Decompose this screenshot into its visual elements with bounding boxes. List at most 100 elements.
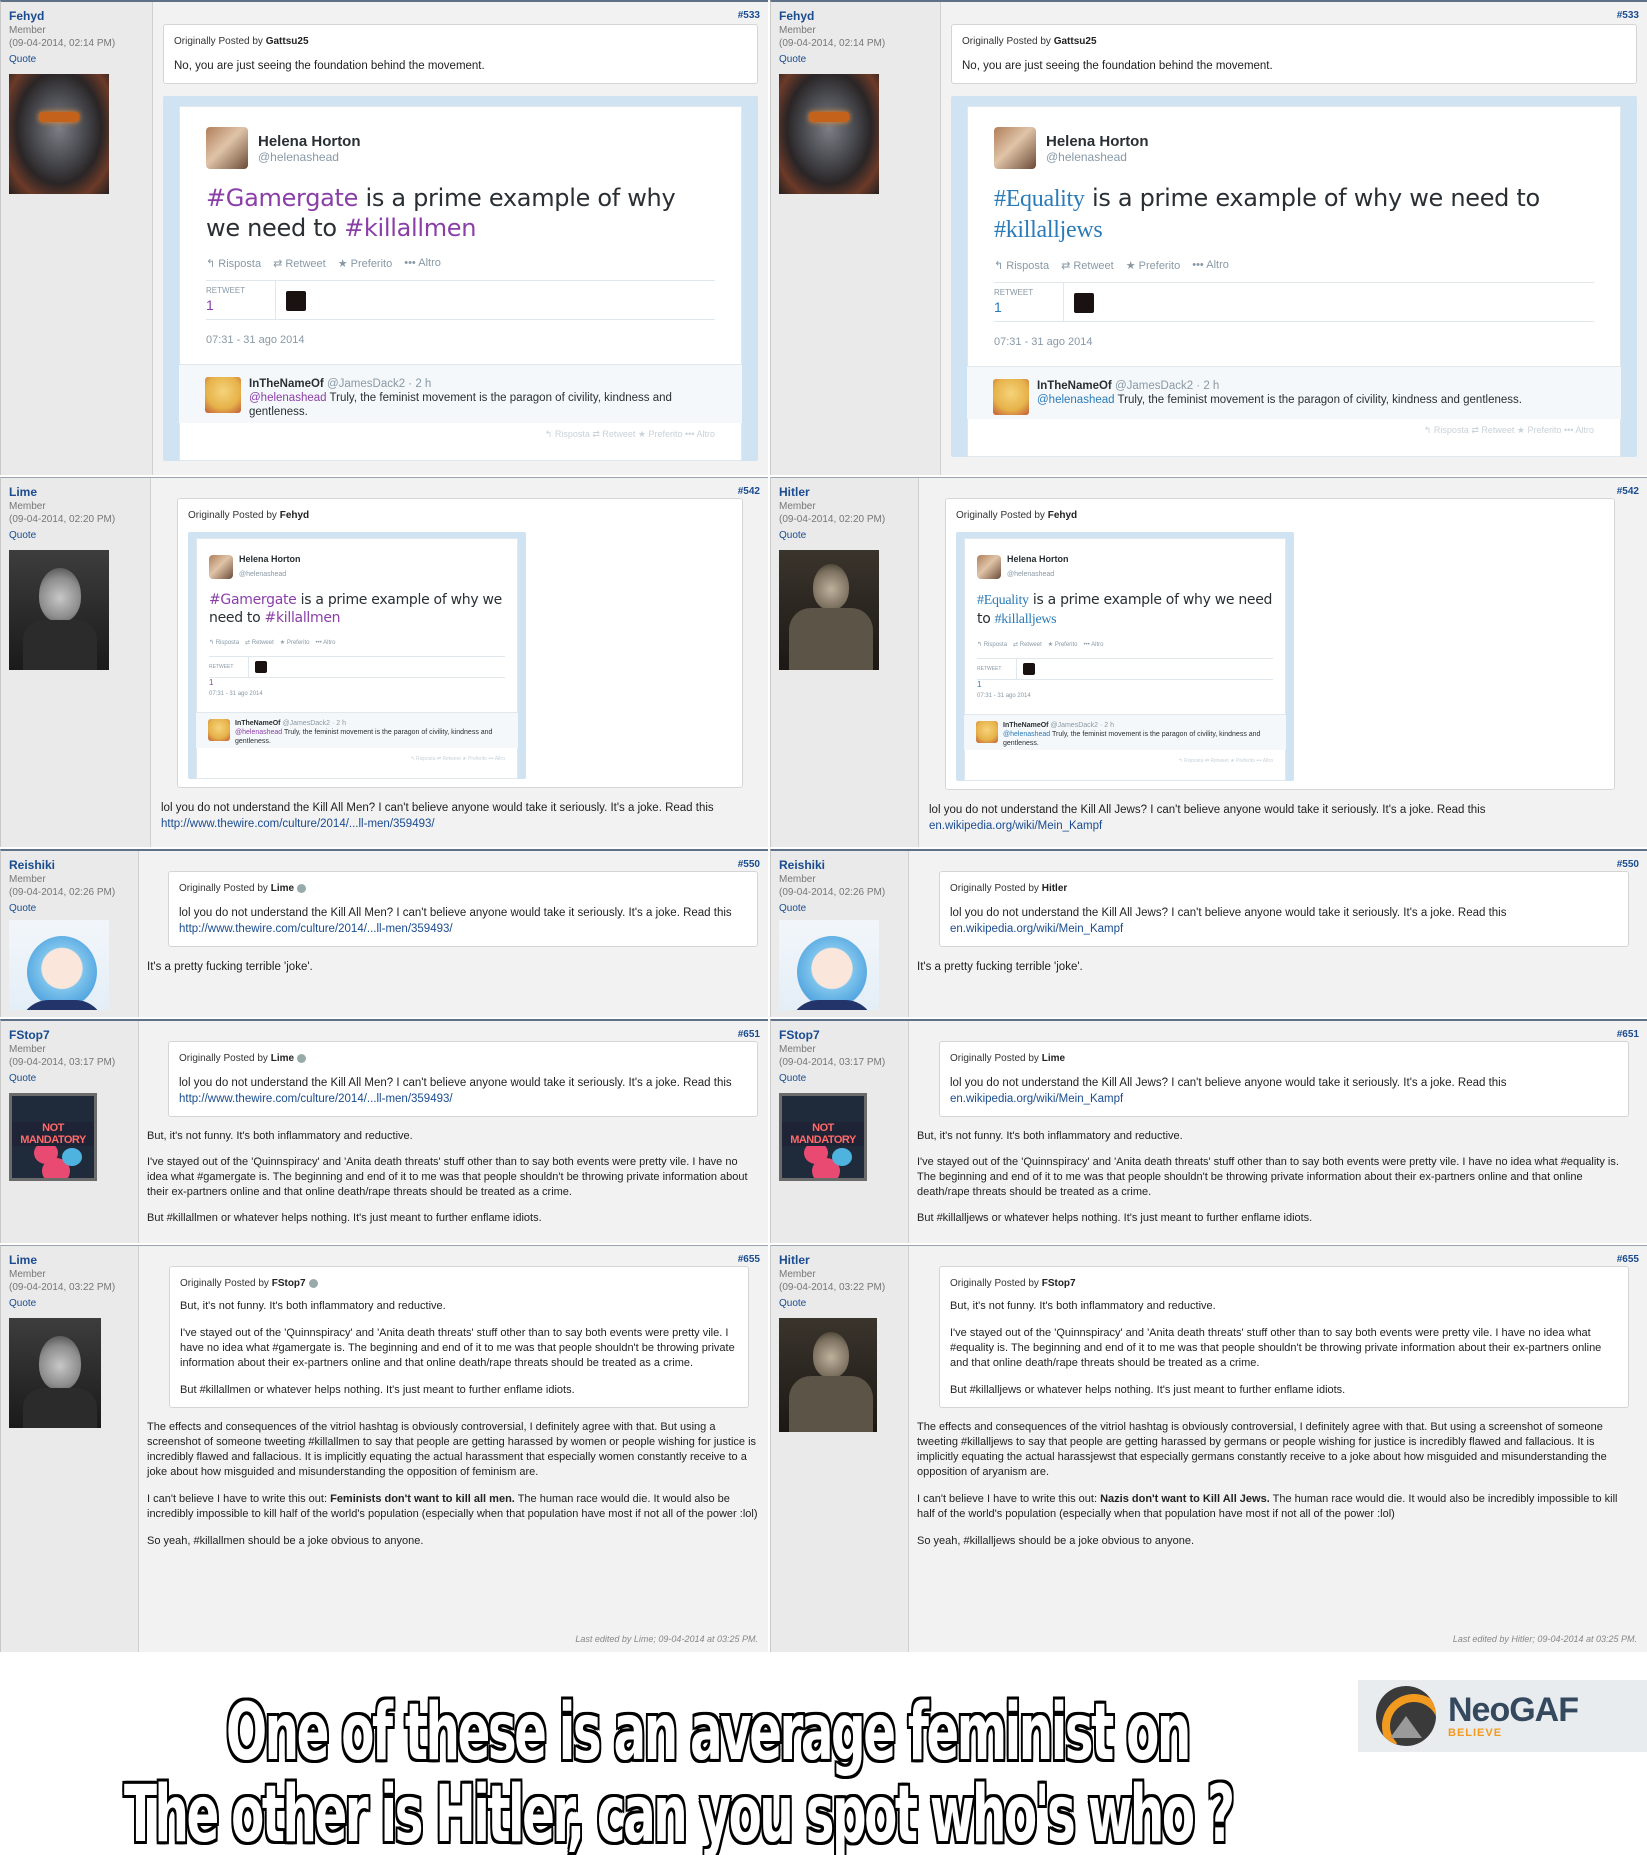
hashtag-link[interactable]: #Equality (977, 593, 1029, 608)
hashtag-link[interactable]: #killalljews (995, 612, 1057, 627)
reply-mention[interactable]: @helenashead (1037, 394, 1115, 406)
reply-author[interactable]: InTheNameOf (249, 378, 324, 390)
more-label[interactable]: Altro (1263, 758, 1273, 764)
quote-button[interactable]: Quote (9, 1298, 130, 1309)
reply-label[interactable]: Risposta (416, 756, 435, 762)
quote-button[interactable]: Quote (779, 54, 932, 65)
retweet-action[interactable]: ⇄ Retweet (1061, 259, 1114, 272)
favorite-label[interactable]: Preferito (1236, 758, 1255, 764)
reply-mention[interactable]: @helenashead (249, 392, 327, 404)
tweet-avatar[interactable] (206, 127, 248, 169)
hashtag-link[interactable]: #killalljews (994, 217, 1103, 243)
quote-link[interactable]: en.wikipedia.org/wiki/Mein_Kampf (950, 923, 1123, 935)
quote-author[interactable]: Gattsu25 (1054, 36, 1097, 47)
retweet-label[interactable]: Retweet (602, 429, 635, 439)
username-link[interactable]: Fehyd (779, 9, 932, 23)
view-post-icon[interactable] (297, 883, 307, 893)
retweet-label[interactable]: Retweet (1481, 425, 1514, 435)
more-action[interactable]: ••• Altro (1084, 637, 1104, 653)
tweet-author-handle[interactable]: @helenashead (1046, 150, 1149, 164)
tweet-timestamp[interactable]: 07:31 - 31 ago 2014 (994, 336, 1594, 348)
quote-link[interactable]: en.wikipedia.org/wiki/Mein_Kampf (950, 1093, 1123, 1105)
retweet-count-box[interactable]: RETWEET 1 (206, 281, 276, 319)
username-link[interactable]: Fehyd (9, 9, 144, 23)
quote-author[interactable]: Hitler (1042, 883, 1068, 894)
quote-button[interactable]: Quote (779, 1298, 900, 1309)
view-post-icon[interactable] (308, 1278, 318, 1288)
post-link[interactable]: en.wikipedia.org/wiki/Mein_Kampf (929, 820, 1102, 832)
avatar[interactable] (779, 74, 879, 194)
avatar[interactable] (9, 1318, 101, 1428)
hashtag-link[interactable]: #killallmen (344, 214, 476, 242)
reply-author[interactable]: InTheNameOf (1003, 722, 1049, 729)
reply-avatar[interactable] (976, 721, 998, 743)
reply-avatar[interactable] (208, 719, 230, 741)
quote-link[interactable]: http://www.thewire.com/culture/2014/...l… (179, 1093, 453, 1105)
favorite-action[interactable]: ★ Preferito (338, 257, 393, 270)
quote-button[interactable]: Quote (9, 530, 142, 541)
username-link[interactable]: Lime (9, 1253, 130, 1267)
retweeter-avatar[interactable] (286, 291, 306, 311)
more-label[interactable]: Altro (1575, 425, 1594, 435)
quote-button[interactable]: Quote (9, 1073, 130, 1084)
retweeter-avatar[interactable] (1023, 663, 1035, 675)
more-action[interactable]: ••• Altro (1192, 259, 1229, 272)
retweet-action[interactable]: ⇄ Retweet (245, 635, 274, 651)
quote-author[interactable]: Gattsu25 (266, 36, 309, 47)
tweet-author-name[interactable]: Helena Horton (1046, 133, 1149, 150)
avatar[interactable]: NOT MANDATORY (9, 1093, 97, 1181)
post-link[interactable]: http://www.thewire.com/culture/2014/...l… (161, 818, 435, 830)
hashtag-link[interactable]: #Gamergate (206, 184, 358, 212)
username-link[interactable]: Reishiki (9, 858, 130, 872)
tweet-timestamp[interactable]: 07:31 - 31 ago 2014 (209, 686, 505, 702)
retweet-action[interactable]: ⇄ Retweet (273, 257, 326, 270)
tweet-author-name[interactable]: Helena Horton (1007, 551, 1069, 567)
tweet-avatar[interactable] (209, 555, 233, 579)
tweet-timestamp[interactable]: 07:31 - 31 ago 2014 (206, 334, 715, 346)
favorite-action[interactable]: ★ Preferito (1126, 259, 1181, 272)
quote-button[interactable]: Quote (9, 903, 130, 914)
reply-mention[interactable]: @helenashead (235, 729, 282, 736)
quote-author[interactable]: FStop7 (1042, 1278, 1076, 1289)
quote-link[interactable]: http://www.thewire.com/culture/2014/...l… (179, 923, 453, 935)
quote-author[interactable]: Lime (271, 883, 294, 894)
quote-button[interactable]: Quote (9, 54, 144, 65)
quote-author[interactable]: FStop7 (272, 1278, 306, 1289)
hashtag-link[interactable]: #killallmen (265, 610, 341, 626)
favorite-action[interactable]: ★ Preferito (280, 635, 310, 651)
username-link[interactable]: Lime (9, 485, 142, 499)
avatar[interactable] (9, 550, 109, 670)
reply-author[interactable]: InTheNameOf (1037, 380, 1112, 392)
tweet-timestamp[interactable]: 07:31 - 31 ago 2014 (977, 688, 1273, 704)
tweet-author-name[interactable]: Helena Horton (239, 551, 301, 567)
username-link[interactable]: Hitler (779, 485, 910, 499)
retweet-label[interactable]: Retweet (442, 756, 460, 762)
retweet-action[interactable]: ⇄ Retweet (1013, 637, 1042, 653)
favorite-action[interactable]: ★ Preferito (1048, 637, 1078, 653)
avatar[interactable] (779, 550, 879, 670)
tweet-avatar[interactable] (994, 127, 1036, 169)
retweet-count-box[interactable]: RETWEET 1 (209, 657, 249, 687)
reply-action[interactable]: ↰ Risposta (209, 635, 239, 651)
reply-label[interactable]: Risposta (1434, 425, 1469, 435)
reply-avatar[interactable] (205, 377, 241, 413)
retweeter-avatar[interactable] (255, 661, 267, 673)
quote-author[interactable]: Lime (271, 1053, 294, 1064)
tweet-author-name[interactable]: Helena Horton (258, 133, 361, 150)
tweet-author-handle[interactable]: @helenashead (258, 150, 361, 164)
more-label[interactable]: Altro (495, 756, 505, 762)
quote-author[interactable]: Fehyd (1048, 510, 1077, 521)
tweet-avatar[interactable] (977, 555, 1001, 579)
quote-button[interactable]: Quote (779, 1073, 900, 1084)
tweet-author-handle[interactable]: @helenashead (1007, 567, 1069, 583)
hashtag-link[interactable]: #Equality (994, 186, 1085, 212)
quote-author[interactable]: Lime (1042, 1053, 1065, 1064)
more-label[interactable]: Altro (696, 429, 715, 439)
retweet-count-box[interactable]: RETWEET 1 (977, 659, 1017, 689)
username-link[interactable]: FStop7 (779, 1028, 900, 1042)
retweeter-avatar[interactable] (1074, 293, 1094, 313)
tweet-author-handle[interactable]: @helenashead (239, 567, 301, 583)
reply-label[interactable]: Risposta (555, 429, 590, 439)
avatar[interactable] (9, 74, 109, 194)
view-post-icon[interactable] (297, 1053, 307, 1063)
